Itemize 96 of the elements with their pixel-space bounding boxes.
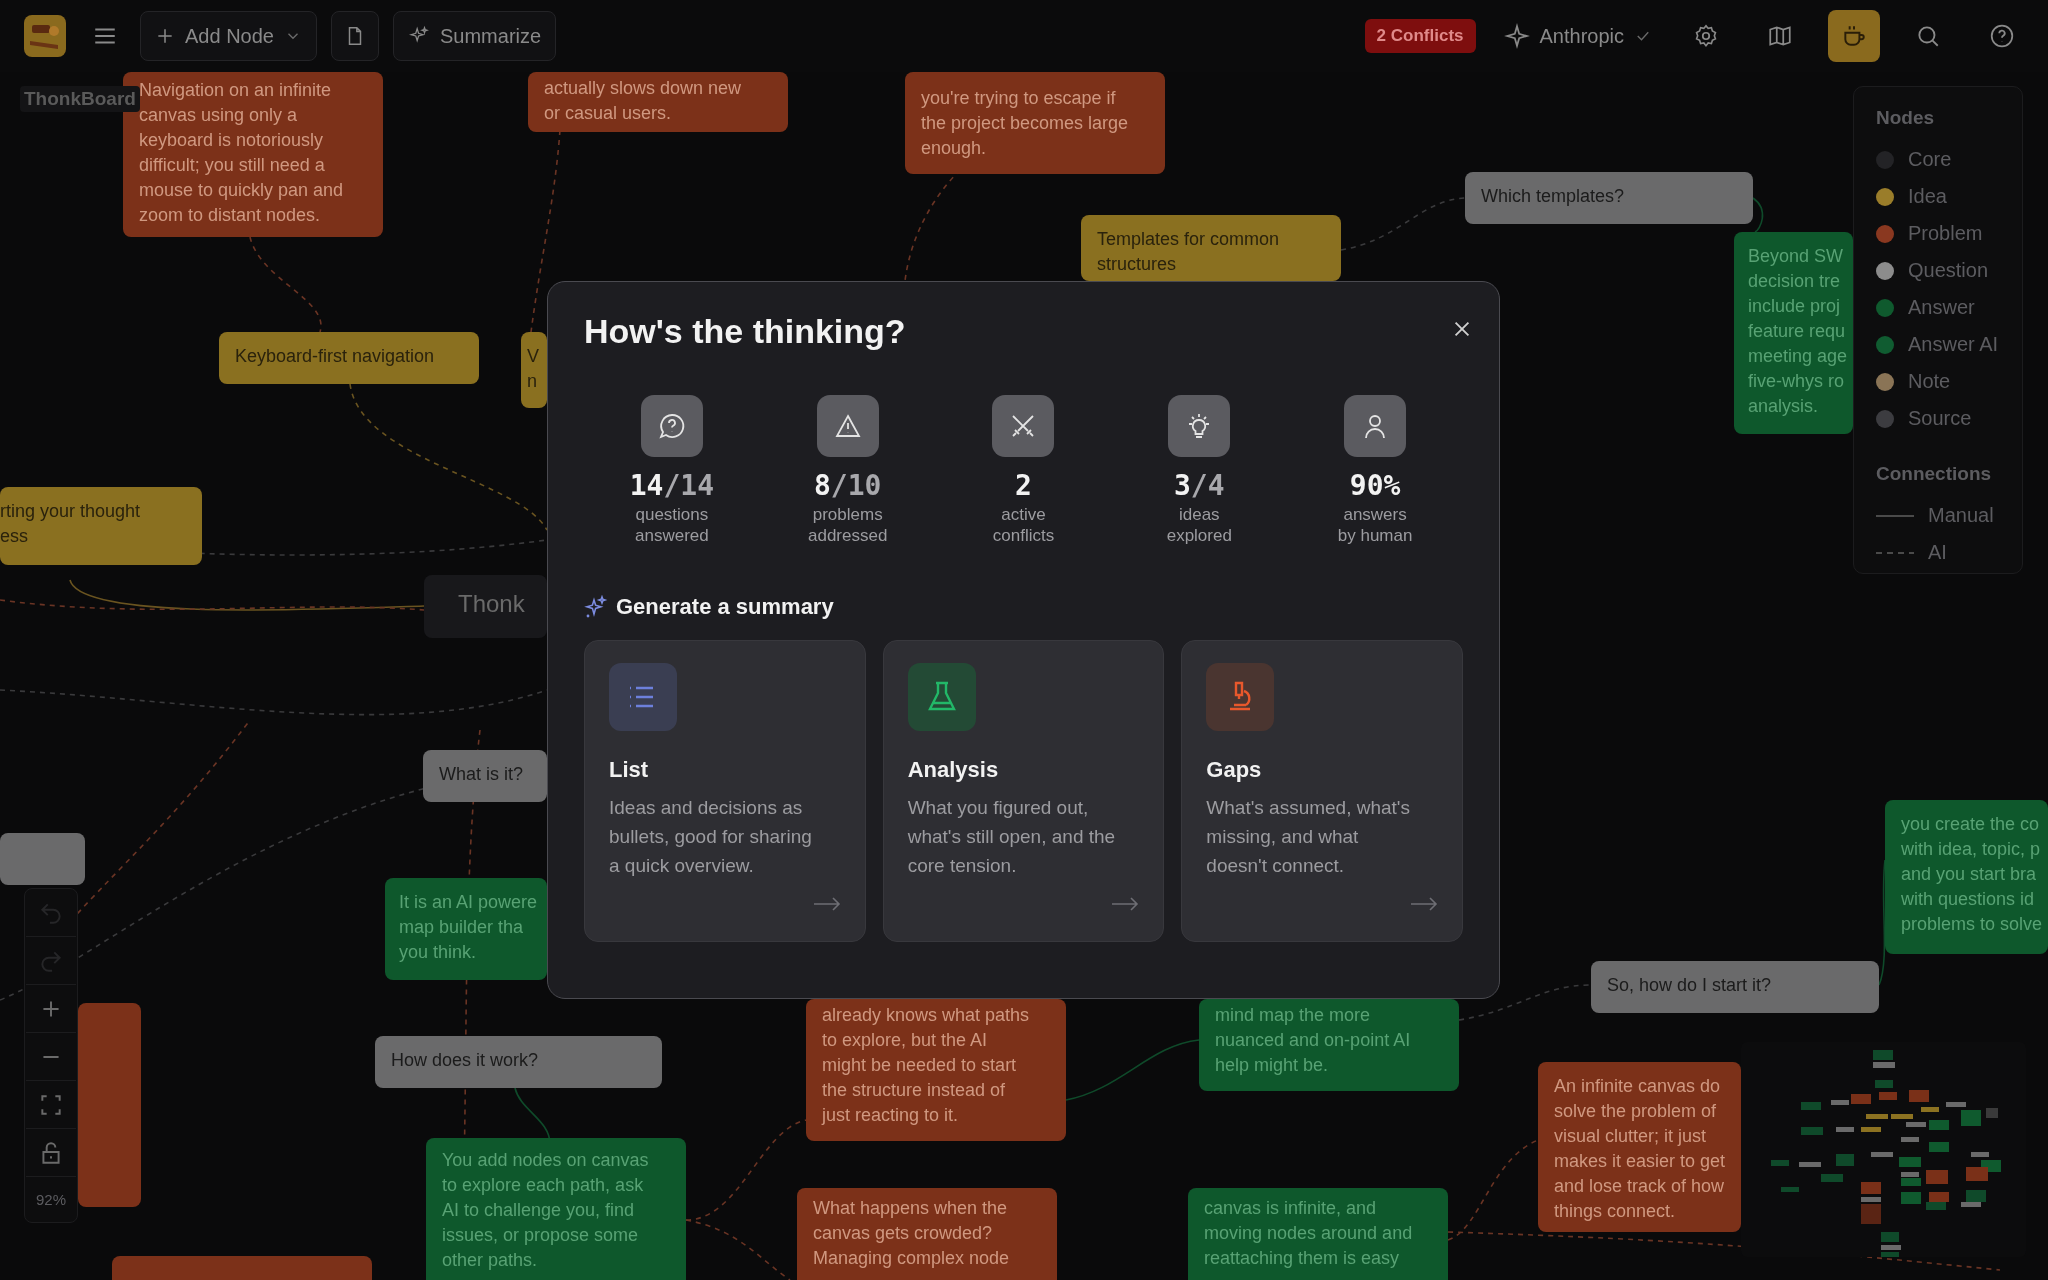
legend-label: Core [1908,148,1952,171]
legend-label: Problem [1908,222,1983,245]
stat-value: 14/14 [629,469,715,502]
legend-label: Answer AI [1908,333,1999,356]
canvas-node[interactable]: What happens when the canvas gets crowded? Managing complex node [797,1188,1057,1280]
canvas-node[interactable]: Templates for common structures [1081,215,1341,281]
canvas-node[interactable]: It is an AI powere map builder tha you think. [385,878,547,980]
legend-label: Answer [1908,296,1975,319]
question-bubble-icon [640,395,703,457]
node-text: Beyond SW decision tre include proj feature requ meeting age five-whys ro analysis. [1748,245,1848,418]
warning-icon [816,395,879,457]
legend-heading: Nodes [1876,107,1936,129]
node-text: you're trying to escape if the project becomes large enough. [921,87,1129,160]
canvas-node[interactable]: V n [521,332,547,408]
section-heading: Generate a summary [616,594,834,620]
canvas-node[interactable]: you create the co with idea, topic, p and you start bra with questions id problems to solve [1885,800,2048,954]
provider-button[interactable]: Anthropic [1497,22,1658,50]
node-text: Which templates? [1481,185,1625,208]
canvas-node[interactable]: mind map the more nuanced and on-point AI help might be. [1199,999,1459,1091]
list-icon [609,663,677,731]
summarize-button[interactable]: Summarize [392,11,557,61]
canvas-node[interactable]: Keyboard-first navigation [219,332,479,384]
canvas-node[interactable]: rting your thought ess [0,487,202,565]
conflicts-badge[interactable]: 2 Conflicts [1364,19,1476,53]
board-title: ThonkBoard [20,86,140,112]
node-text: actually slows down new or casual users. [544,77,742,125]
stat-value: 2 [1015,469,1032,502]
stat-label: problems addressed [808,504,888,546]
arrow-right-icon [812,897,841,911]
legend-label: Idea [1908,185,1947,208]
node-text: Thonk [458,589,525,619]
dialog-title: How's the thinking? [584,312,906,351]
lightbulb-icon [1168,395,1231,457]
summary-option-card[interactable]: Analysis What you figured out, what's still open, and the core tension. [882,640,1165,942]
node-text: You add nodes on canvas to explore each path, ask AI to challenge you, find issues, or propose some other paths. [442,1149,649,1272]
node-text: Navigation on an infinite canvas using only a keyboard is notoriously difficult; you still need a mouse to quickly pan and zoom to distant nodes. [139,79,344,227]
canvas-node[interactable]: Thonk [424,575,547,638]
node-text: already knows what paths to explore, but the AI might be needed to start the structure instead of just reacting to it. [822,1004,1030,1127]
canvas-node[interactable]: You add nodes on canvas to explore each path, ask AI to challenge you, find issues, or propose some other paths. [426,1138,686,1280]
legend-label: Source [1908,407,1972,430]
logo-icon[interactable] [24,15,66,57]
plus-icon [155,26,175,46]
node-text: you create the co with idea, topic, p and you start bra with questions id problems to solve [1901,813,2043,936]
canvas-node[interactable]: canvas is infinite, and moving nodes around and reattaching them is easy [1188,1188,1448,1280]
crossed-swords-icon [992,395,1055,457]
stat-value: 3/4 [1174,469,1225,502]
document-button[interactable] [330,11,379,61]
stat-label: ideas explored [1166,504,1232,546]
canvas-node[interactable]: Which templates? [1465,172,1753,224]
connector-line [1752,197,1764,233]
canvas-node[interactable]: So, how do I start it? [1591,961,1879,1013]
sparkle-icon [584,595,608,619]
node-text: So, how do I start it? [1607,974,1772,997]
legend-label: Question [1908,259,1989,282]
legend-label: AI [1928,541,1947,564]
node-text: What happens when the canvas gets crowded? Managing complex node [813,1197,1010,1270]
canvas-node[interactable]: How does it work? [375,1036,662,1088]
node-text: canvas is infinite, and moving nodes around and reattaching them is easy [1204,1197,1413,1270]
legend-heading: Connections [1876,463,1993,485]
node-text: mind map the more nuanced and on-point AI help might be. [1215,1004,1411,1077]
canvas-node[interactable]: Beyond SW decision tre include proj feature requ meeting age five-whys ro analysis. [1734,232,1853,434]
node-text: It is an AI powere map builder tha you think. [399,891,538,964]
stat-label: active conflicts [992,504,1055,546]
sparkle-icon [1503,23,1530,49]
legend-label: Note [1908,370,1951,393]
node-text: An infinite canvas do solve the problem of visual clutter; it just makes it easier to get and lose track of how things connect. [1554,1075,1726,1223]
stat-value: 8/10 [813,469,882,502]
add-node-button[interactable]: Add Node [140,11,317,61]
node-text: Keyboard-first navigation [235,345,435,368]
arrow-right-icon [1410,897,1438,911]
zoom-level: 92% [36,1190,66,1210]
node-text: V n [527,345,539,393]
canvas-node[interactable]: you're trying to escape if the project becomes large enough. [905,72,1165,174]
canvas-node[interactable] [78,1003,141,1207]
coffee-icon[interactable] [1828,10,1880,62]
summary-option-card[interactable]: Gaps What's assumed, what's missing, and what doesn't connect. [1181,640,1463,942]
arrow-right-icon [1111,897,1140,911]
canvas-node[interactable]: What is it? [423,750,547,802]
stat-label: answers by human [1337,504,1413,546]
stat-value: 90% [1349,469,1401,502]
canvas-node[interactable]: An infinite canvas do solve the problem of visual clutter; it just makes it easier to get and lose track of how things connect. [1538,1062,1741,1232]
node-text: What is it? [439,763,524,786]
person-icon [1344,395,1407,457]
canvas-node[interactable] [0,833,85,885]
canvas-node[interactable]: already knows what paths to explore, but the AI might be needed to start the structure instead of just reacting to it. [806,999,1066,1141]
canvas-node[interactable]: actually slows down new or casual users. [528,72,788,132]
solid-line-icon [1876,512,1914,519]
microscope-icon [1206,663,1275,731]
legend-label: Manual [1928,504,1994,527]
dashed-line-icon [1876,549,1914,556]
node-text: Templates for common structures [1097,228,1280,276]
stat-label: questions answered [635,504,709,546]
node-text: How does it work? [391,1049,539,1072]
node-text: rting your thought ess [0,500,141,548]
summary-option-card[interactable]: List Ideas and decisions as bullets, good for sharing a quick overview. [584,640,866,942]
flask-icon [907,663,976,731]
